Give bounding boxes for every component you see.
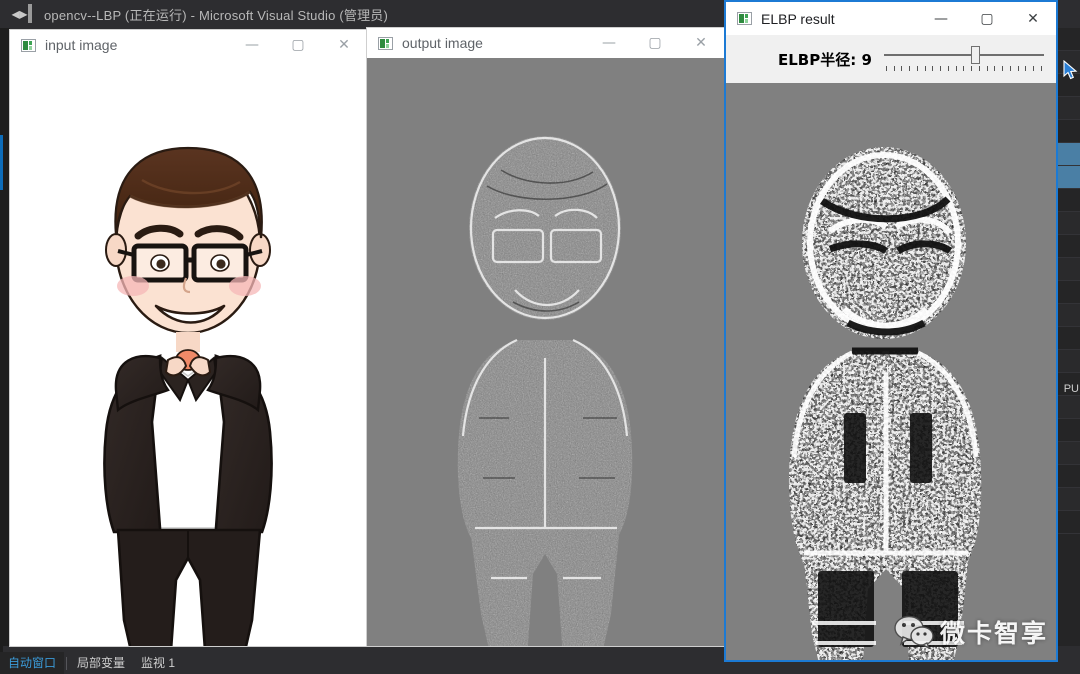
ide-left-rail	[0, 28, 3, 674]
output-image-canvas	[367, 58, 724, 646]
ide-title-text: opencv--LBP (正在运行) - Microsoft Visual St…	[44, 7, 388, 23]
opencv-window-icon	[737, 12, 752, 25]
tab-separator	[66, 656, 68, 670]
opencv-window-icon	[378, 36, 393, 50]
input-image-canvas	[10, 60, 367, 646]
output-window-buttons[interactable]: — ▢ ✕	[586, 28, 724, 58]
elbp-window-buttons[interactable]: — ▢ ✕	[918, 4, 1056, 34]
minimize-button[interactable]: —	[586, 28, 632, 58]
panel-truncated-label: PU	[1063, 383, 1079, 395]
window-input-image[interactable]: input image — ▢ ✕	[10, 30, 367, 646]
tab-watch-1[interactable]: 监视 1	[133, 652, 183, 674]
slider-ticks	[885, 66, 1042, 72]
lbp-texture-result	[367, 58, 724, 646]
cartoon-avatar-illustration	[103, 146, 273, 646]
elbp-texture-result	[726, 83, 1056, 660]
maximize-button[interactable]: ▢	[632, 28, 678, 58]
maximize-button[interactable]: ▢	[964, 4, 1010, 34]
elbp-window-titlebar[interactable]: ELBP result — ▢ ✕	[726, 2, 1056, 35]
minimize-button[interactable]: —	[229, 30, 275, 60]
opencv-window-icon	[21, 38, 36, 52]
slider-thumb[interactable]	[970, 46, 980, 64]
close-button[interactable]: ✕	[678, 28, 724, 58]
close-button[interactable]: ✕	[321, 30, 367, 60]
elbp-radius-label: ELBP半径: 9	[778, 50, 872, 69]
input-window-titlebar[interactable]: input image — ▢ ✕	[10, 30, 367, 60]
window-elbp-result[interactable]: ELBP result — ▢ ✕ ELBP半径: 9 微卡智享	[724, 0, 1058, 662]
mouse-pointer-icon	[1063, 60, 1079, 82]
input-window-title: input image	[45, 37, 118, 53]
minimize-button[interactable]: —	[918, 4, 964, 34]
elbp-radius-trackbar-row[interactable]: ELBP半径: 9	[726, 35, 1056, 83]
wechat-icon	[894, 615, 934, 649]
tab-locals[interactable]: 局部变量	[69, 652, 133, 674]
elbp-image-canvas: 微卡智享	[726, 83, 1056, 660]
input-window-buttons[interactable]: — ▢ ✕	[229, 30, 367, 60]
watermark-text: 微卡智享	[939, 619, 1048, 648]
tab-auto-window[interactable]: 自动窗口	[0, 652, 65, 674]
output-window-title: output image	[402, 35, 483, 51]
elbp-window-title: ELBP result	[761, 10, 835, 27]
elbp-radius-slider[interactable]	[883, 42, 1044, 76]
maximize-button[interactable]: ▢	[275, 30, 321, 60]
ide-left-rail-accent	[0, 135, 3, 190]
watermark: 微卡智享	[894, 614, 1048, 650]
visual-studio-icon: ◂▸	[10, 3, 32, 25]
window-output-image[interactable]: output image — ▢ ✕	[367, 28, 724, 646]
output-window-titlebar[interactable]: output image — ▢ ✕	[367, 28, 724, 58]
close-button[interactable]: ✕	[1010, 4, 1056, 34]
slider-track	[883, 54, 1044, 56]
